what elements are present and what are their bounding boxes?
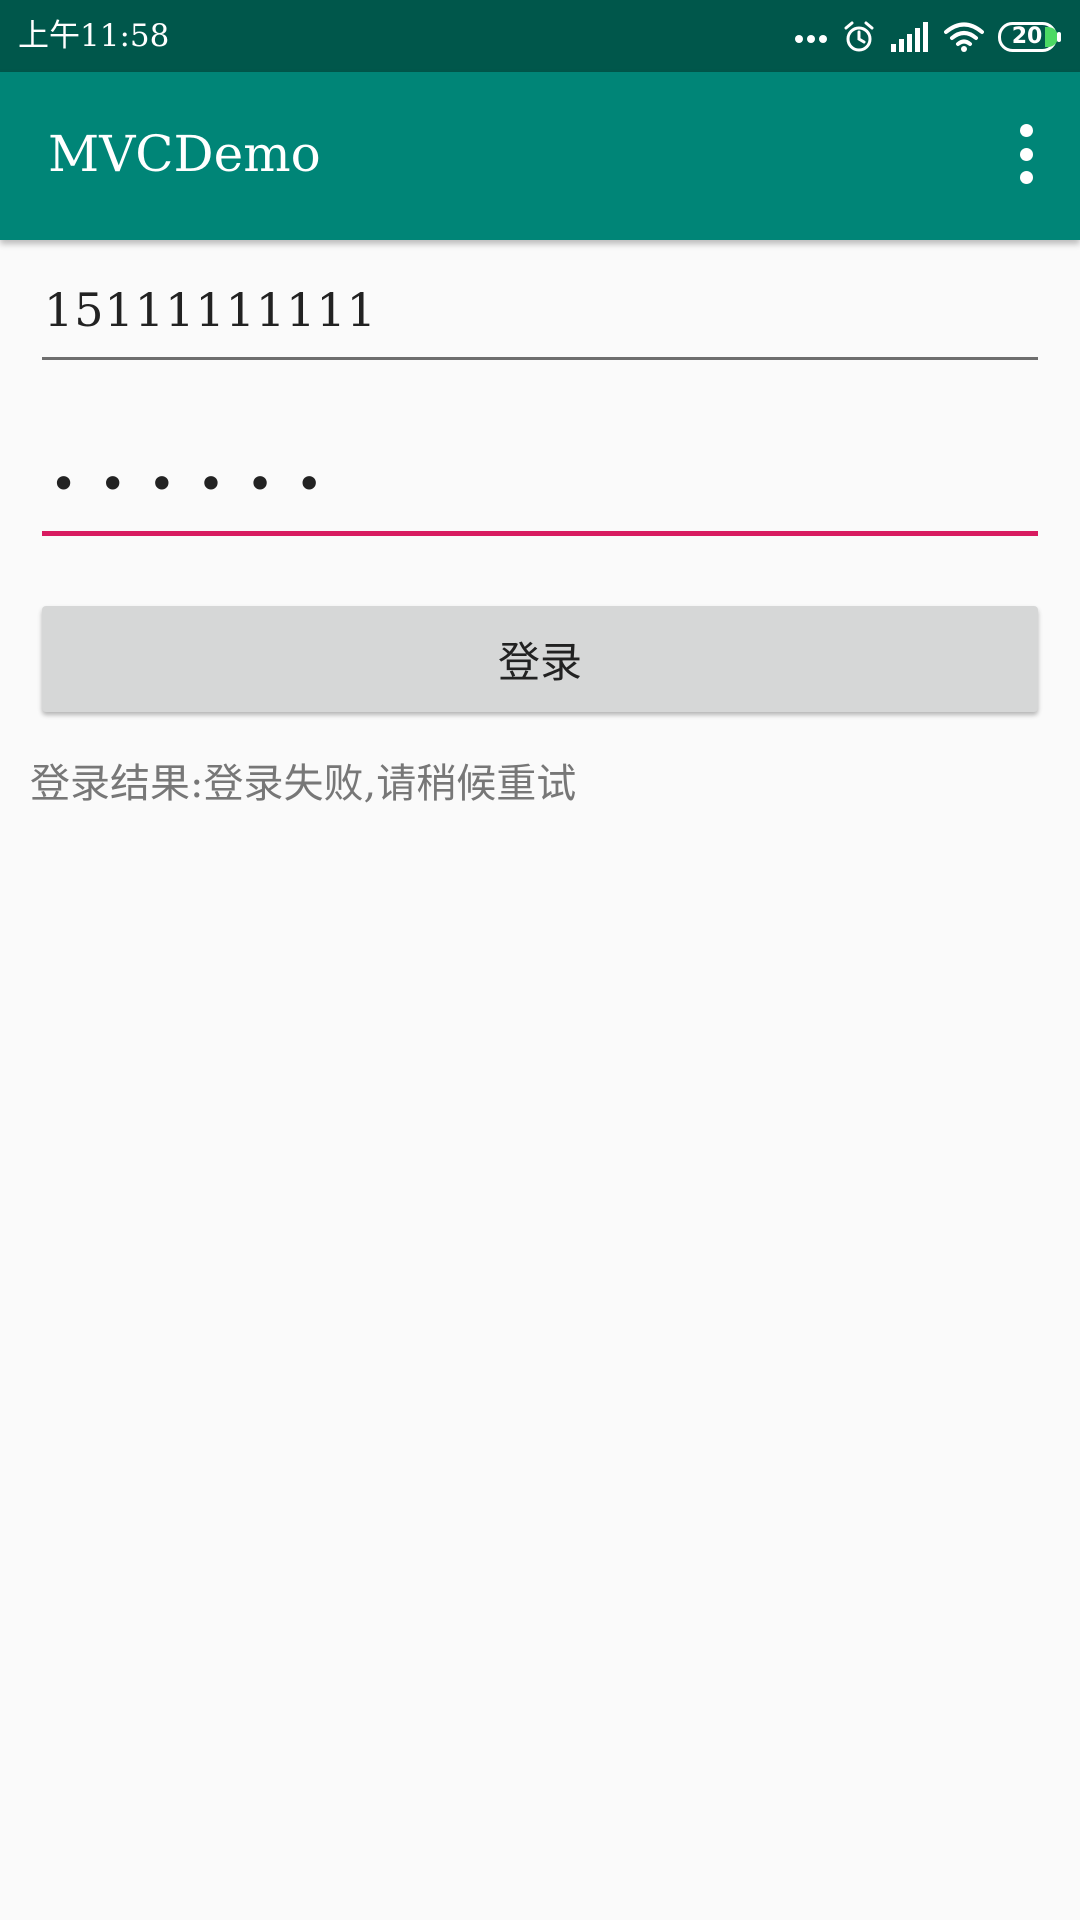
battery-icon: 20 <box>998 22 1062 52</box>
app-bar: MVCDemo <box>0 72 1080 240</box>
password-input-underline <box>42 531 1038 536</box>
login-result-text: 登录结果:登录失败,请稍候重试 <box>30 761 577 807</box>
alarm-icon <box>842 20 876 54</box>
phone-input-value: 15111111111 <box>44 283 377 337</box>
password-input[interactable]: •••••• <box>42 440 1038 536</box>
wifi-icon <box>944 22 984 52</box>
phone-input-underline <box>42 357 1038 360</box>
phone-input[interactable]: 15111111111 <box>42 268 1038 360</box>
app-title: MVCDemo <box>48 125 321 183</box>
battery-level: 20 <box>1011 24 1043 49</box>
signal-icon <box>890 22 930 52</box>
login-button[interactable]: 登录 <box>42 606 1038 712</box>
status-time: 上午11:58 <box>18 18 170 54</box>
status-bar: 上午11:58 20 <box>0 0 1080 72</box>
more-dots-icon <box>794 30 828 44</box>
more-vert-icon[interactable] <box>1006 124 1046 184</box>
password-input-value: •••••• <box>50 457 345 511</box>
status-icons: 20 <box>794 18 1062 56</box>
